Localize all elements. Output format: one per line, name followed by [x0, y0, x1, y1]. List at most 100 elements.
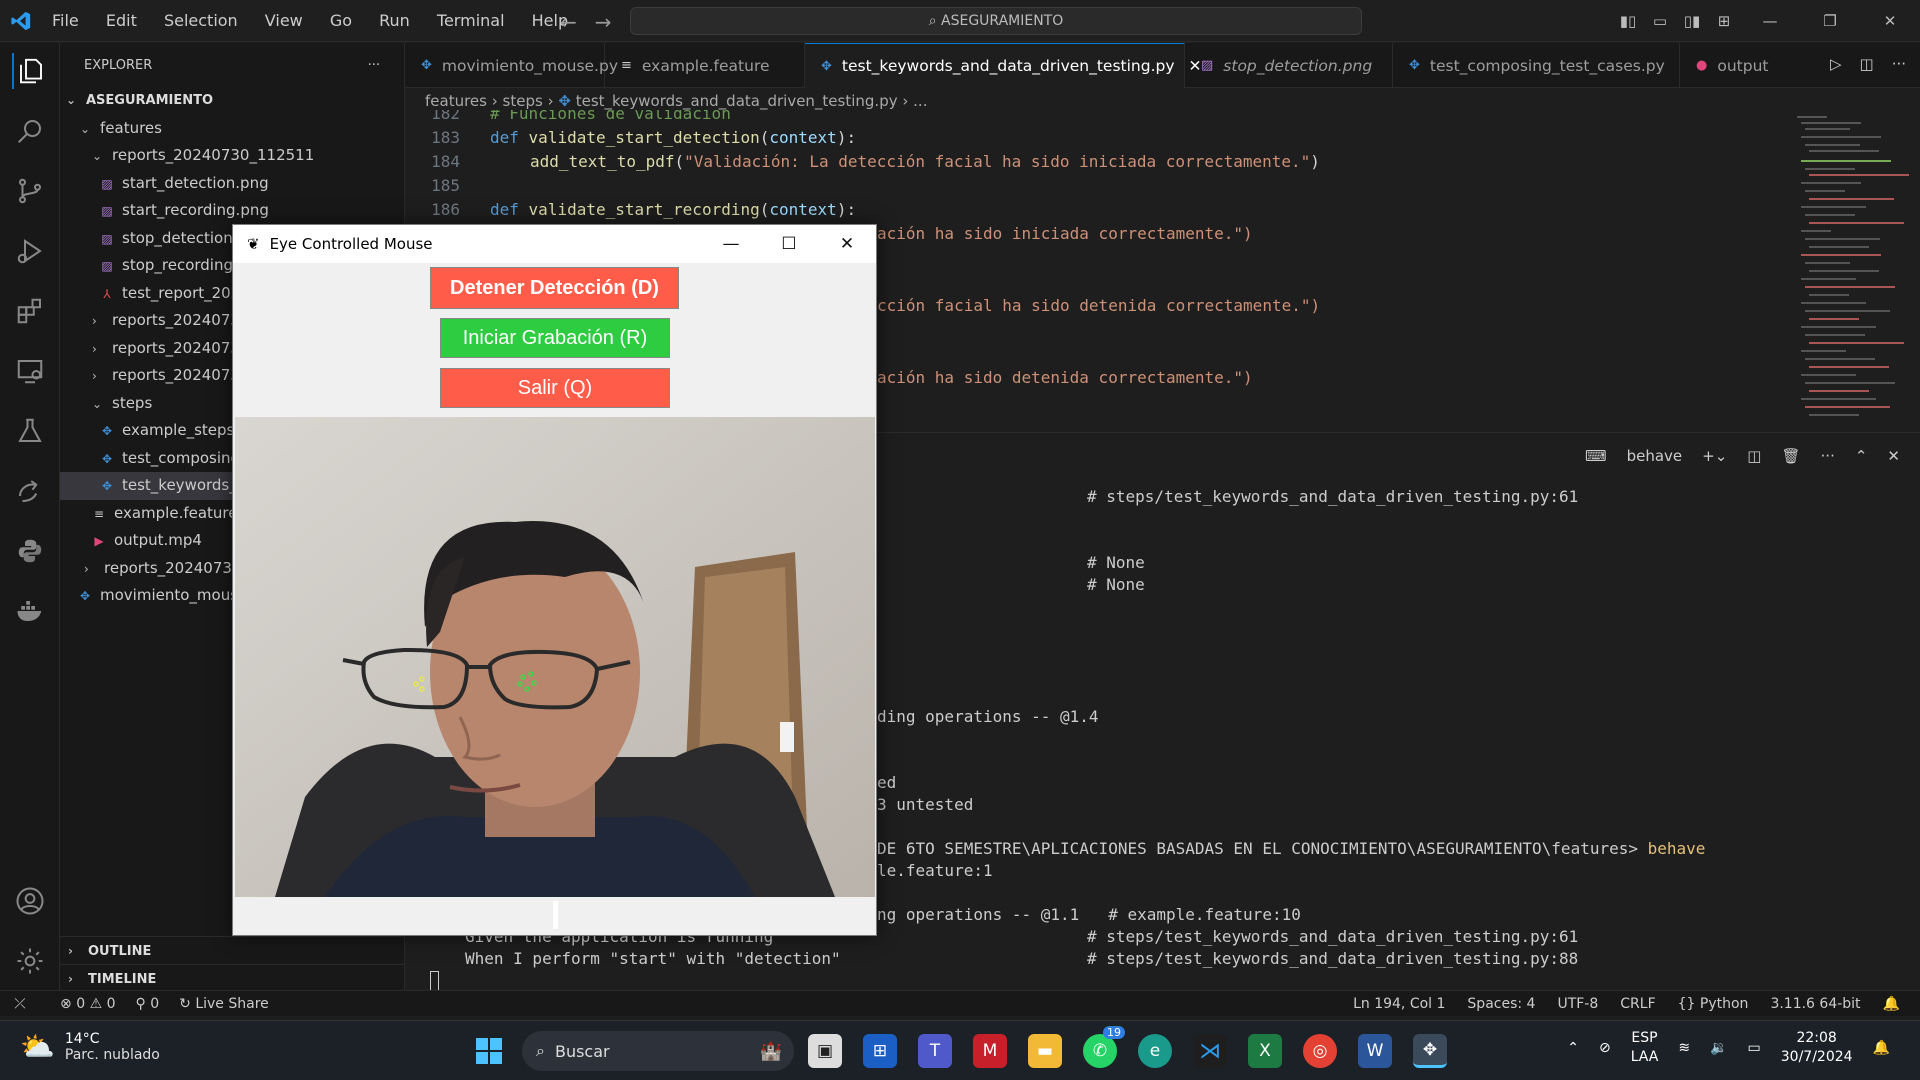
input-language[interactable]: ESP LAA: [1631, 1029, 1659, 1067]
menu-file[interactable]: File: [52, 11, 79, 30]
menu-selection[interactable]: Selection: [164, 11, 238, 30]
notifications-bell-icon[interactable]: 🔔: [1883, 996, 1900, 1012]
minimize-icon[interactable]: —: [702, 225, 760, 263]
remote-indicator-icon[interactable]: ⤫: [0, 991, 40, 1017]
minimap[interactable]: [1785, 110, 1920, 430]
windows-start-icon[interactable]: [472, 1034, 506, 1068]
search-icon[interactable]: [12, 113, 48, 149]
menu-run[interactable]: Run: [379, 11, 410, 30]
docker-icon[interactable]: [12, 593, 48, 629]
python-app-icon[interactable]: ✥: [1413, 1034, 1447, 1068]
volume-icon[interactable]: 🔉: [1710, 1040, 1727, 1056]
tab-test-composing[interactable]: ✥ test_composing_test_cases.py: [1393, 43, 1680, 88]
teams-icon[interactable]: T: [918, 1034, 952, 1068]
tab-test-keywords[interactable]: ✥ test_keywords_and_data_driven_testing.p…: [805, 43, 1202, 88]
start-recording-button[interactable]: Iniciar Grabación (R): [440, 318, 670, 358]
menu-go[interactable]: Go: [330, 11, 352, 30]
account-icon[interactable]: [12, 883, 48, 919]
encoding[interactable]: UTF-8: [1557, 996, 1598, 1012]
tree-folder-reports[interactable]: ⌄ reports_20240730_112511: [60, 142, 404, 170]
restore-icon[interactable]: ❐: [1800, 12, 1860, 30]
close-icon[interactable]: ✕: [1860, 12, 1920, 30]
more-actions-icon[interactable]: ···: [368, 58, 380, 73]
mcafee-icon[interactable]: M: [973, 1034, 1007, 1068]
problems-indicator[interactable]: ⊗ 0 ⚠ 0: [60, 996, 116, 1012]
testing-flask-icon[interactable]: [12, 413, 48, 449]
menu-edit[interactable]: Edit: [106, 11, 137, 30]
microsoft-store-icon[interactable]: ⊞: [863, 1034, 897, 1068]
customize-layout-icon[interactable]: ⊞: [1708, 12, 1740, 30]
excel-icon[interactable]: X: [1248, 1034, 1282, 1068]
indentation[interactable]: Spaces: 4: [1467, 996, 1535, 1012]
tree-file[interactable]: ▨ start_recording.png: [60, 197, 404, 225]
network-off-icon[interactable]: ⊘: [1599, 1040, 1611, 1056]
settings-gear-icon[interactable]: [12, 943, 48, 979]
split-terminal-icon[interactable]: ◫: [1747, 447, 1761, 465]
battery-icon[interactable]: ▭: [1748, 1040, 1761, 1056]
tab-output[interactable]: ● output: [1680, 43, 1770, 88]
run-debug-icon[interactable]: [12, 233, 48, 269]
remote-explorer-icon[interactable]: [12, 353, 48, 389]
end-of-line[interactable]: CRLF: [1620, 996, 1655, 1012]
weather-widget[interactable]: ⛅ 14°C Parc. nublado: [20, 1030, 160, 1063]
tab-movimiento[interactable]: ✥ movimiento_mouse.py: [405, 43, 618, 88]
explorer-icon[interactable]: [12, 53, 48, 89]
breadcrumb-features[interactable]: features: [425, 92, 487, 110]
tree-file[interactable]: ▨ start_detection.png: [60, 170, 404, 198]
edge-icon[interactable]: e: [1138, 1034, 1172, 1068]
tab-stop-detection[interactable]: ▨ stop_detection.png: [1185, 43, 1393, 88]
more-icon[interactable]: ···: [1892, 55, 1906, 73]
new-terminal-icon[interactable]: +⌄: [1702, 447, 1727, 465]
ports-indicator[interactable]: ⚲ 0: [136, 996, 160, 1012]
live-share-button[interactable]: ↻ Live Share: [179, 996, 269, 1012]
extensions-icon[interactable]: [12, 293, 48, 329]
live-share-icon[interactable]: [12, 473, 48, 509]
source-control-icon[interactable]: [12, 173, 48, 209]
vscode-taskbar-icon[interactable]: ⋊: [1193, 1034, 1227, 1068]
chrome-icon[interactable]: ◎: [1303, 1034, 1337, 1068]
trash-icon[interactable]: 🗑: [1781, 447, 1800, 465]
python-interpreter[interactable]: 3.11.6 64-bit: [1770, 996, 1860, 1012]
file-explorer-icon[interactable]: ▬: [1028, 1034, 1062, 1068]
search-icon: ⌕: [536, 1041, 545, 1060]
outline-section[interactable]: › OUTLINE: [60, 936, 405, 964]
maximize-icon[interactable]: ☐: [760, 225, 818, 263]
forward-arrow-icon[interactable]: →: [595, 10, 630, 34]
toggle-sidebar-icon[interactable]: ▮▯: [1612, 12, 1644, 30]
close-icon[interactable]: ✕: [818, 225, 876, 263]
maximize-panel-icon[interactable]: ⌃: [1855, 447, 1868, 465]
taskbar-search[interactable]: ⌕ Buscar 🏰: [522, 1031, 794, 1071]
exit-button[interactable]: Salir (Q): [440, 368, 670, 408]
split-editor-icon[interactable]: ◫: [1860, 55, 1874, 73]
run-icon[interactable]: ▷: [1830, 55, 1842, 73]
close-panel-icon[interactable]: ✕: [1887, 447, 1900, 465]
whatsapp-icon[interactable]: ✆ 19: [1083, 1026, 1125, 1068]
terminal-name[interactable]: behave: [1627, 447, 1683, 465]
tree-folder-features[interactable]: ⌄ features: [60, 115, 404, 143]
tab-example-feature[interactable]: ≡ example.feature: [605, 43, 805, 88]
breadcrumb-symbol[interactable]: ...: [913, 92, 927, 110]
vscode-logo-icon[interactable]: [10, 10, 32, 32]
wifi-icon[interactable]: ≋: [1678, 1040, 1690, 1056]
python-icon[interactable]: [12, 533, 48, 569]
timeline-section[interactable]: › TIMELINE: [60, 964, 405, 992]
stop-detection-button[interactable]: Detener Detección (D): [430, 267, 679, 309]
menu-terminal[interactable]: Terminal: [437, 11, 505, 30]
notification-bell-icon[interactable]: 🔔: [1873, 1040, 1890, 1056]
toggle-secondary-sidebar-icon[interactable]: ▯▮: [1676, 12, 1708, 30]
more-icon[interactable]: ···: [1821, 447, 1835, 465]
back-arrow-icon[interactable]: ←: [560, 10, 595, 34]
workspace-root[interactable]: ⌄ ASEGURAMIENTO: [60, 87, 404, 115]
command-center-search[interactable]: ⌕ ASEGURAMIENTO: [630, 7, 1362, 35]
toggle-panel-icon[interactable]: ▭: [1644, 12, 1676, 30]
chevron-up-icon[interactable]: ⌃: [1567, 1040, 1579, 1056]
minimize-icon[interactable]: —: [1740, 12, 1800, 30]
cursor-position[interactable]: Ln 194, Col 1: [1353, 996, 1445, 1012]
menu-view[interactable]: View: [265, 11, 303, 30]
clock[interactable]: 22:08 30/7/2024: [1781, 1029, 1853, 1067]
breadcrumb-steps[interactable]: steps: [503, 92, 543, 110]
breadcrumb-file[interactable]: test_keywords_and_data_driven_testing.py: [576, 92, 898, 110]
language-mode[interactable]: {} Python: [1678, 996, 1749, 1012]
task-view-icon[interactable]: ▣: [808, 1034, 842, 1068]
word-icon[interactable]: W: [1358, 1034, 1392, 1068]
